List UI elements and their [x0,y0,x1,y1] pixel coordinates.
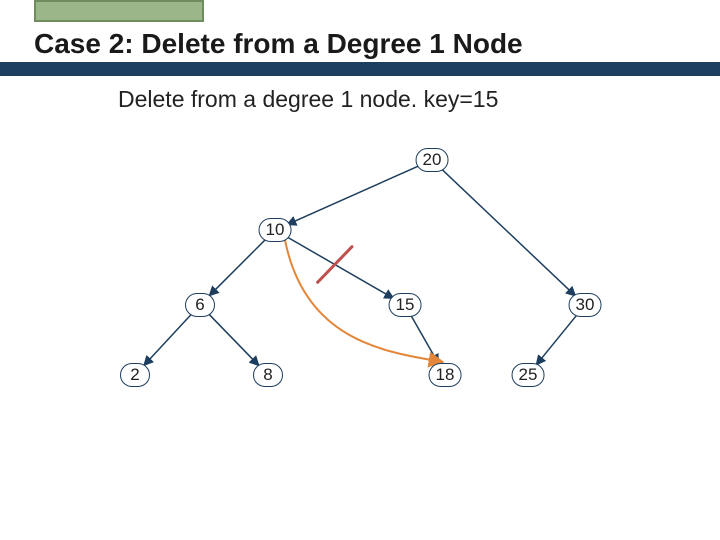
node-25: 25 [512,363,545,387]
node-30: 30 [569,293,602,317]
edge-n20-n10 [287,165,420,224]
cut-mark [318,247,352,283]
slide: Case 2: Delete from a Degree 1 Node Dele… [0,0,720,540]
node-10: 10 [259,218,292,242]
diagram-edges [0,0,720,540]
edge-n20-n30 [441,169,575,296]
edge-n6-n8 [209,314,259,365]
edge-n6-n2 [144,315,191,366]
node-2: 2 [120,363,150,387]
edge-n10-n6 [209,239,266,296]
edge-n30-n25 [536,315,577,365]
node-18: 18 [429,363,462,387]
node-6: 6 [185,293,215,317]
node-20: 20 [416,148,449,172]
node-15: 15 [389,293,422,317]
node-8: 8 [253,363,283,387]
